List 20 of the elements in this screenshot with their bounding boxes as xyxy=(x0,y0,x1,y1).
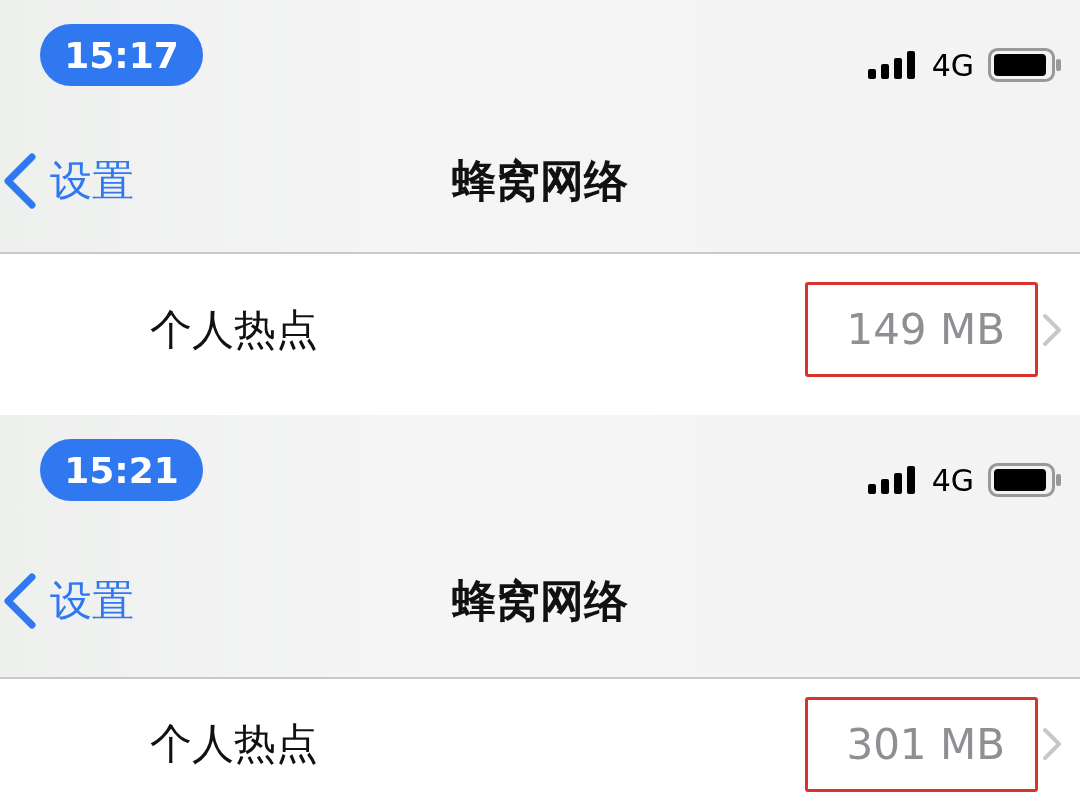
row-label: 个人热点 xyxy=(150,303,319,356)
back-chevron-icon xyxy=(2,573,36,629)
back-button[interactable]: 设置 xyxy=(0,153,134,209)
usage-value: 149 MB xyxy=(805,282,1038,377)
page-title: 蜂窝网络 xyxy=(452,154,628,206)
signal-icon xyxy=(867,466,918,494)
page-title: 蜂窝网络 xyxy=(452,574,628,626)
status-time: 15:21 xyxy=(40,439,203,501)
back-chevron-icon xyxy=(2,153,36,209)
row-label: 个人热点 xyxy=(150,718,319,770)
disclosure-chevron-icon xyxy=(1042,727,1062,761)
network-type: 4G xyxy=(931,462,974,498)
battery-icon xyxy=(988,48,1062,82)
status-time: 15:17 xyxy=(40,24,203,86)
disclosure-chevron-icon xyxy=(1042,312,1062,347)
signal-icon xyxy=(867,51,918,79)
usage-value: 301 MB xyxy=(805,696,1038,792)
network-type: 4G xyxy=(931,47,974,83)
battery-icon xyxy=(988,463,1062,497)
back-button[interactable]: 设置 xyxy=(0,573,134,629)
